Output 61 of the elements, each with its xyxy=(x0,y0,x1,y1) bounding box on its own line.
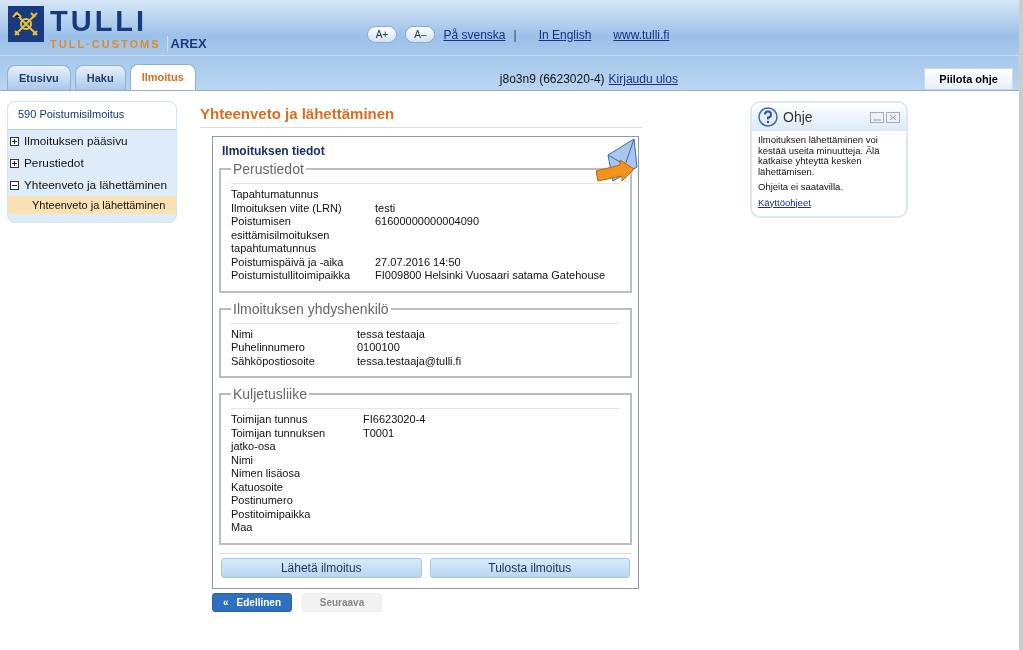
field-value: 0100100 xyxy=(357,341,401,355)
logo-emblem-icon xyxy=(8,6,44,42)
field-value: tessa.testaaja@tulli.fi xyxy=(357,354,463,368)
logo-title: TULLI xyxy=(50,6,149,36)
header-link[interactable]: På svenska xyxy=(443,27,506,42)
header-link[interactable]: www.tulli.fi xyxy=(613,27,670,42)
page-title: Yhteenveto ja lähettäminen xyxy=(200,101,642,128)
plus-icon[interactable] xyxy=(10,136,19,146)
hide-help-button[interactable]: Piilota ohje xyxy=(924,68,1013,90)
font-size-button[interactable]: A+ xyxy=(366,26,398,43)
nav-tab[interactable]: Etusivu xyxy=(7,65,71,90)
help-title: Ohje xyxy=(783,109,814,125)
sidebar-item[interactable]: Perustiedot xyxy=(24,156,84,170)
field-value: 61600000000004090 xyxy=(375,215,480,229)
field-label: Puhelinnumero xyxy=(231,341,306,355)
panel-title: Ilmoituksen tiedot xyxy=(222,143,326,160)
field-value: FI009800 Helsinki Vuosaari satama Gatehouse xyxy=(375,269,607,283)
field-label: Poistumistullitoimipaikka xyxy=(231,269,352,283)
field-label: Nimi xyxy=(231,327,254,341)
font-size-button[interactable]: A– xyxy=(405,26,436,43)
field-label: Poistumispäivä ja -aika xyxy=(231,255,345,269)
section-title: Kuljetusliike xyxy=(232,386,308,402)
field-value: testi xyxy=(375,201,397,215)
field-label: Nimen lisäosa xyxy=(231,467,302,481)
field-label: Ilmoituksen viite (LRN) xyxy=(231,201,343,215)
sidebar-item[interactable]: Yhteenveto ja lähettäminen xyxy=(24,178,167,192)
field-label: Postitoimipaikka xyxy=(231,507,312,521)
field-label: Maa xyxy=(231,521,254,535)
help-icon xyxy=(758,107,778,127)
field-value: 27.07.2016 14:50 xyxy=(375,255,462,269)
field-label: Nimi xyxy=(231,453,254,467)
app-name: AREX xyxy=(166,36,207,51)
action-button[interactable]: Tulosta ilmoitus xyxy=(429,557,630,578)
logo-subtitle: TULL·CUSTOMS xyxy=(50,38,161,50)
header-link[interactable]: In English xyxy=(538,27,592,42)
help-text: Ilmoituksen lähettäminen voi kestää useita minuutteja. Älä katkaise yhteyttä kesken lähettämisen. xyxy=(758,135,881,177)
plus-icon[interactable] xyxy=(10,158,19,168)
nav-tab[interactable]: Haku xyxy=(74,65,126,90)
logout-link[interactable]: Kirjaudu ulos xyxy=(608,72,678,86)
field-label: Poistumisen esittämisilmoituksen tapahtumatunnus xyxy=(231,215,331,256)
action-button[interactable]: Lähetä ilmoitus xyxy=(221,557,422,578)
sidebar-item[interactable]: Ilmoituksen pääsivu xyxy=(24,134,128,148)
help-text: Ohjeita ei saatavilla. xyxy=(758,182,845,193)
field-value: FI6623020-4 xyxy=(363,413,427,427)
field-label: Tapahtumatunnus xyxy=(231,188,320,202)
field-label: Katuosoite xyxy=(231,480,284,494)
field-label: Postinumero xyxy=(231,494,294,508)
previous-button[interactable]: « Edellinen xyxy=(212,592,292,612)
manual-link[interactable]: Käyttöohjeet xyxy=(758,197,900,208)
minus-icon[interactable] xyxy=(10,180,19,190)
field-value: T0001 xyxy=(363,426,396,441)
field-value: tessa testaaja xyxy=(357,327,426,341)
section-title: Perustiedot xyxy=(232,161,305,177)
field-label: Toimijan tunnuksen jatko-osa xyxy=(231,426,327,454)
link-separator: | xyxy=(513,27,517,42)
user-id: j8o3n9 (6623020-4) xyxy=(499,72,605,86)
sidebar-subitem[interactable]: Yhteenveto ja lähettäminen xyxy=(8,196,176,214)
field-label: Sähköpostiosoite xyxy=(231,354,316,368)
field-label: Toimijan tunnus xyxy=(231,413,309,427)
sidebar-title: 590 Poistumisilmoitus xyxy=(8,102,176,130)
section-title: Ilmoituksen yhdyshenkilö xyxy=(232,300,390,317)
